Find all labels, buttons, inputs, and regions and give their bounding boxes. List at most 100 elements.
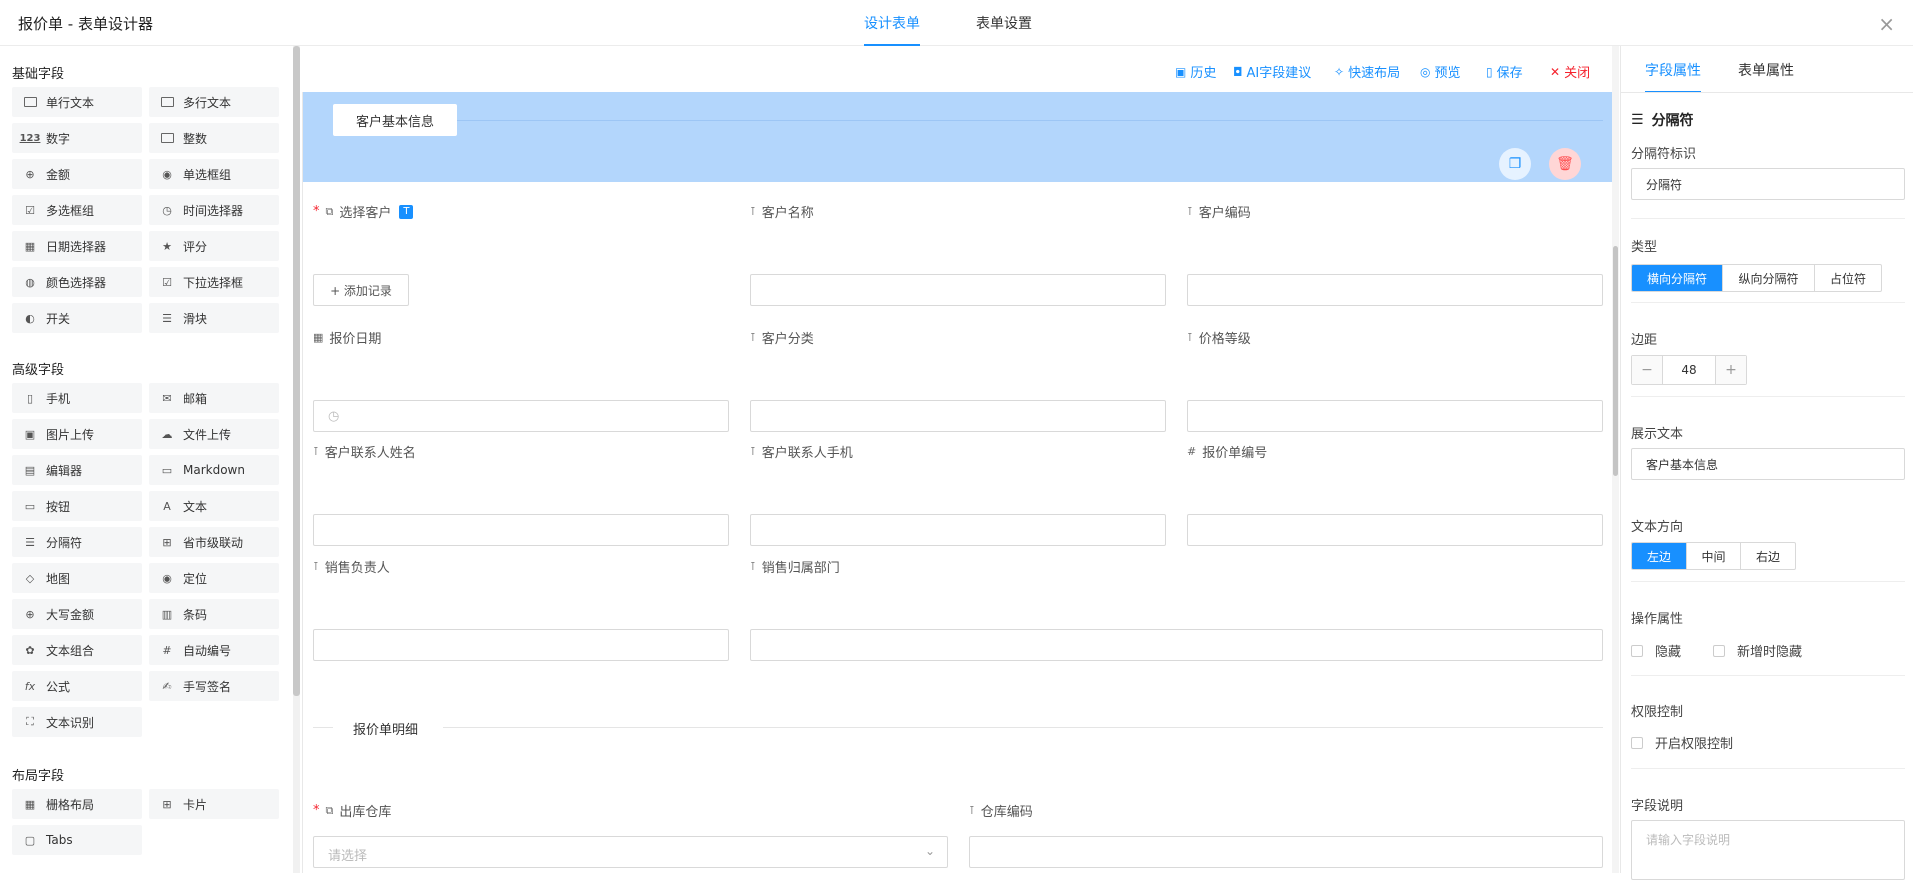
widget-button[interactable]: ▭ 按钮 — [12, 491, 142, 521]
widget-grid-layout[interactable]: ▦ 栅格布局 — [12, 789, 142, 819]
palette-scroll-thumb[interactable] — [293, 46, 300, 696]
barcode-icon: ▥ — [161, 607, 173, 621]
widget-date-picker[interactable]: ▦ 日期选择器 — [12, 231, 142, 261]
widget-map[interactable]: ◇ 地图 — [12, 563, 142, 593]
scan-icon: ⛶ — [26, 715, 34, 728]
canvas-scrollbar[interactable] — [1612, 46, 1619, 873]
type-horizontal[interactable]: 横向分隔符 — [1632, 265, 1723, 291]
quick-layout-button[interactable]: ✧ 快速布局 — [1334, 62, 1400, 82]
widget-barcode[interactable]: ▥ 条码 — [149, 599, 279, 629]
type-placeholder[interactable]: 占位符 — [1815, 265, 1881, 291]
margin-value[interactable]: 48 — [1662, 356, 1716, 384]
warehouse-select[interactable]: 请选择 ⌄ — [313, 836, 948, 868]
plus-icon[interactable]: + — [1716, 356, 1746, 384]
quote-date-input[interactable]: ◷ — [313, 400, 729, 432]
ai-suggest-button[interactable]: ◘ AI字段建议 — [1233, 62, 1311, 82]
quote-no-input[interactable] — [1187, 514, 1603, 546]
add-record-button[interactable]: + 添加记录 — [313, 274, 409, 306]
widget-single-line[interactable]: 单行文本 — [12, 87, 142, 117]
widget-text-combo[interactable]: ✿ 文本组合 — [12, 635, 142, 665]
widget-capital-amount[interactable]: ⊕ 大写金额 — [12, 599, 142, 629]
field-label-customer-name: ⊺ 客户名称 — [750, 205, 814, 221]
palette-scrollbar[interactable] — [293, 46, 300, 873]
contact-name-input[interactable] — [313, 514, 729, 546]
type-vertical[interactable]: 纵向分隔符 — [1723, 265, 1815, 291]
widget-radio-group[interactable]: ◉ 单选框组 — [149, 159, 279, 189]
widget-email[interactable]: ✉ 邮箱 — [149, 383, 279, 413]
trash-icon[interactable]: 🗑 — [1549, 148, 1581, 180]
integer-icon — [159, 131, 175, 145]
price-level-input[interactable] — [1187, 400, 1603, 432]
menu-icon: ☰ — [1631, 112, 1644, 128]
enable-permission-checkbox[interactable]: 开启权限控制 — [1631, 733, 1733, 752]
widget-ocr[interactable]: ⛶ 文本识别 — [12, 707, 142, 737]
copy-icon[interactable]: ❐ — [1499, 148, 1531, 180]
margin-stepper: − 48 + — [1631, 355, 1747, 385]
widget-amount[interactable]: ⊕ 金额 — [12, 159, 142, 189]
widget-card[interactable]: ⊞ 卡片 — [149, 789, 279, 819]
widget-signature[interactable]: ✍ 手写签名 — [149, 671, 279, 701]
customer-category-input[interactable] — [750, 400, 1166, 432]
field-label-sales-dept: ⊺ 销售归属部门 — [750, 560, 840, 576]
tab-field-props[interactable]: 字段属性 — [1645, 60, 1701, 93]
widget-text[interactable]: A 文本 — [149, 491, 279, 521]
preview-button[interactable]: ◎ 预览 — [1420, 62, 1461, 82]
widget-file-upload[interactable]: ☁ 文件上传 — [149, 419, 279, 449]
tab-form-props[interactable]: 表单属性 — [1738, 60, 1794, 93]
canvas-scroll-thumb[interactable] — [1613, 246, 1618, 476]
tab-design-form[interactable]: 设计表单 — [864, 13, 920, 46]
group-title-basic: 基础字段 — [12, 67, 65, 82]
widget-mobile[interactable]: ▯ 手机 — [12, 383, 142, 413]
widget-multi-line[interactable]: 多行文本 — [149, 87, 279, 117]
widget-color-picker[interactable]: ◍ 颜色选择器 — [12, 267, 142, 297]
radio-icon: ◉ — [162, 167, 172, 181]
widget-location[interactable]: ◉ 定位 — [149, 563, 279, 593]
widget-slider[interactable]: ☰ 滑块 — [149, 303, 279, 333]
hidden-checkbox[interactable]: 隐藏 — [1631, 641, 1681, 660]
warehouse-code-input[interactable] — [969, 836, 1603, 868]
widget-cascader[interactable]: ⊞ 省市级联动 — [149, 527, 279, 557]
widget-select[interactable]: ☑ 下拉选择框 — [149, 267, 279, 297]
customer-name-input[interactable] — [750, 274, 1166, 306]
widget-auto-number[interactable]: # 自动编号 — [149, 635, 279, 665]
id-input[interactable]: 分隔符 — [1631, 168, 1905, 200]
history-button[interactable]: ▣ 历史 — [1175, 62, 1216, 82]
widget-rating[interactable]: ★ 评分 — [149, 231, 279, 261]
widget-formula[interactable]: fx 公式 — [12, 671, 142, 701]
widget-editor[interactable]: ▤ 编辑器 — [12, 455, 142, 485]
customer-code-input[interactable] — [1187, 274, 1603, 306]
clock-icon: ◷ — [328, 409, 340, 424]
widget-image-upload[interactable]: ▣ 图片上传 — [12, 419, 142, 449]
minus-icon[interactable]: − — [1632, 356, 1662, 384]
hidden-on-new-checkbox[interactable]: 新增时隐藏 — [1713, 641, 1802, 660]
selected-divider-block[interactable]: 客户基本信息 ❐ 🗑 — [303, 92, 1613, 182]
widget-number[interactable]: 123 数字 — [12, 123, 142, 153]
dir-center[interactable]: 中间 — [1687, 543, 1741, 569]
widget-tabs[interactable]: ▢ Tabs — [12, 825, 142, 855]
close-button[interactable]: ✕ 关闭 — [1550, 62, 1590, 82]
widget-divider[interactable]: ☰ 分隔符 — [12, 527, 142, 557]
text-direction-segmented: 左边 中间 右边 — [1631, 542, 1796, 570]
hash-icon: # — [1187, 445, 1197, 458]
widget-markdown[interactable]: ▭ Markdown — [149, 455, 279, 485]
dir-right[interactable]: 右边 — [1741, 543, 1795, 569]
top-bar: 报价单 - 表单设计器 设计表单 表单设置 × — [0, 0, 1913, 46]
select-icon: ☑ — [162, 275, 172, 289]
widget-checkbox-group[interactable]: ☑ 多选框组 — [12, 195, 142, 225]
divider-icon: ☰ — [25, 535, 35, 549]
save-button[interactable]: ▯ 保存 — [1486, 62, 1523, 82]
widget-time-picker[interactable]: ◷ 时间选择器 — [149, 195, 279, 225]
sales-dept-input[interactable] — [750, 629, 1603, 661]
close-icon: ✕ — [1550, 64, 1561, 79]
field-label-contact-name: ⊺ 客户联系人姓名 — [313, 445, 416, 461]
widget-integer[interactable]: 整数 — [149, 123, 279, 153]
close-icon[interactable]: × — [1878, 14, 1895, 34]
tab-form-settings[interactable]: 表单设置 — [976, 13, 1032, 46]
sales-owner-input[interactable] — [313, 629, 729, 661]
contact-phone-input[interactable] — [750, 514, 1166, 546]
separator — [1631, 675, 1905, 676]
description-textarea[interactable]: 请输入字段说明 — [1631, 820, 1905, 880]
widget-switch[interactable]: ◐ 开关 — [12, 303, 142, 333]
display-text-input[interactable]: 客户基本信息 — [1631, 448, 1905, 480]
dir-left[interactable]: 左边 — [1632, 543, 1687, 569]
